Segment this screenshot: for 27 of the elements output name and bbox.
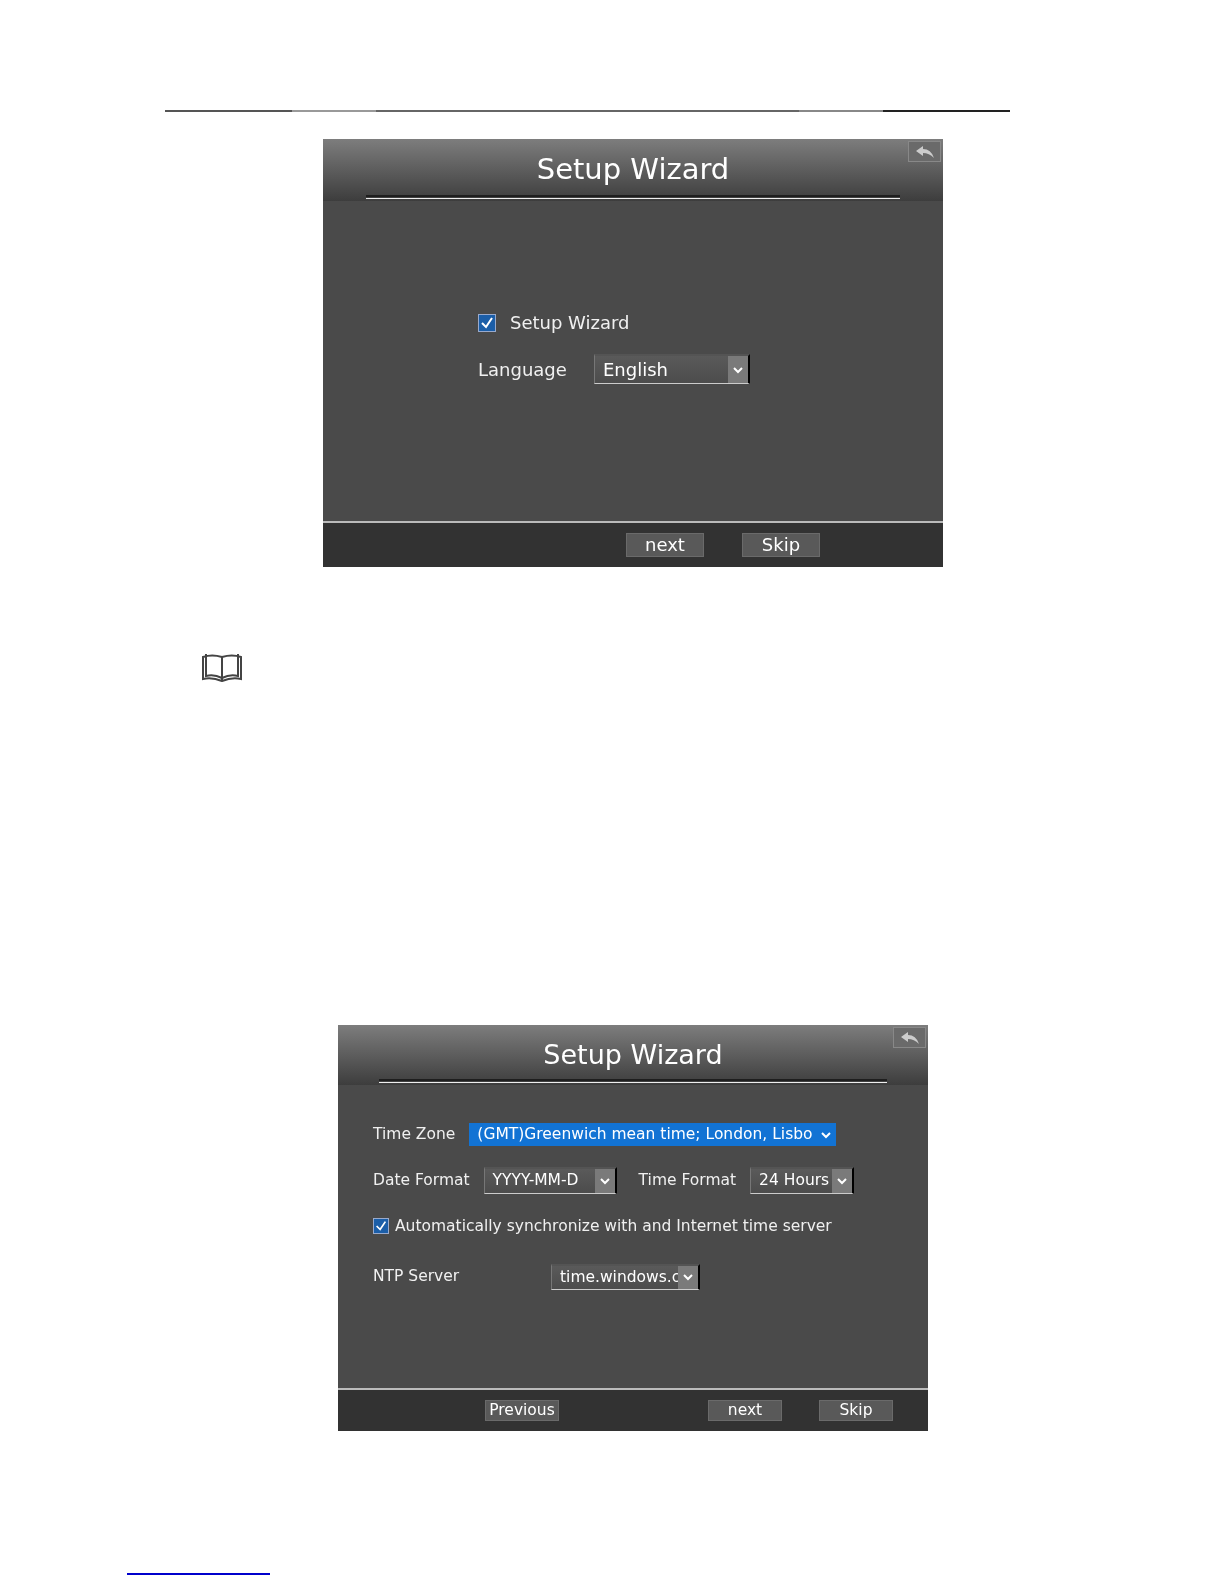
field-label: Language xyxy=(478,357,568,382)
field-label: Time Format xyxy=(638,1169,737,1191)
checkbox-label: Setup Wizard xyxy=(510,311,630,335)
back-button[interactable] xyxy=(893,1027,926,1048)
field-label: Date Format xyxy=(373,1169,470,1191)
wizard-button[interactable]: next xyxy=(626,533,704,557)
book-icon xyxy=(200,651,244,684)
dropdown[interactable]: 24 Hours xyxy=(750,1167,855,1194)
wizard-button[interactable]: next xyxy=(708,1400,782,1421)
wizard-button[interactable]: Skip xyxy=(819,1400,893,1421)
checkbox[interactable] xyxy=(478,313,496,332)
field-label: NTP Server xyxy=(373,1266,461,1288)
field-label: Time Zone xyxy=(373,1124,456,1145)
chevron-down-icon xyxy=(832,1169,853,1193)
wizard-button[interactable]: Previous xyxy=(485,1400,559,1421)
dropdown[interactable]: YYYY-MM-D xyxy=(483,1167,617,1194)
chevron-down-icon xyxy=(728,356,748,383)
chevron-down-icon xyxy=(594,1169,615,1193)
checkbox[interactable] xyxy=(373,1218,389,1235)
wizard-button[interactable]: Skip xyxy=(742,533,820,557)
dropdown[interactable]: (GMT)Greenwich mean time; London, Lisbo xyxy=(469,1123,837,1147)
back-button[interactable] xyxy=(908,141,941,162)
window-title: Setup Wizard xyxy=(543,1041,723,1068)
dropdown[interactable]: English xyxy=(594,354,750,384)
window-title: Setup Wizard xyxy=(536,155,730,184)
checkbox-label: Automatically synchronize with and Internet time server xyxy=(395,1215,832,1237)
chevron-down-icon xyxy=(678,1265,698,1289)
